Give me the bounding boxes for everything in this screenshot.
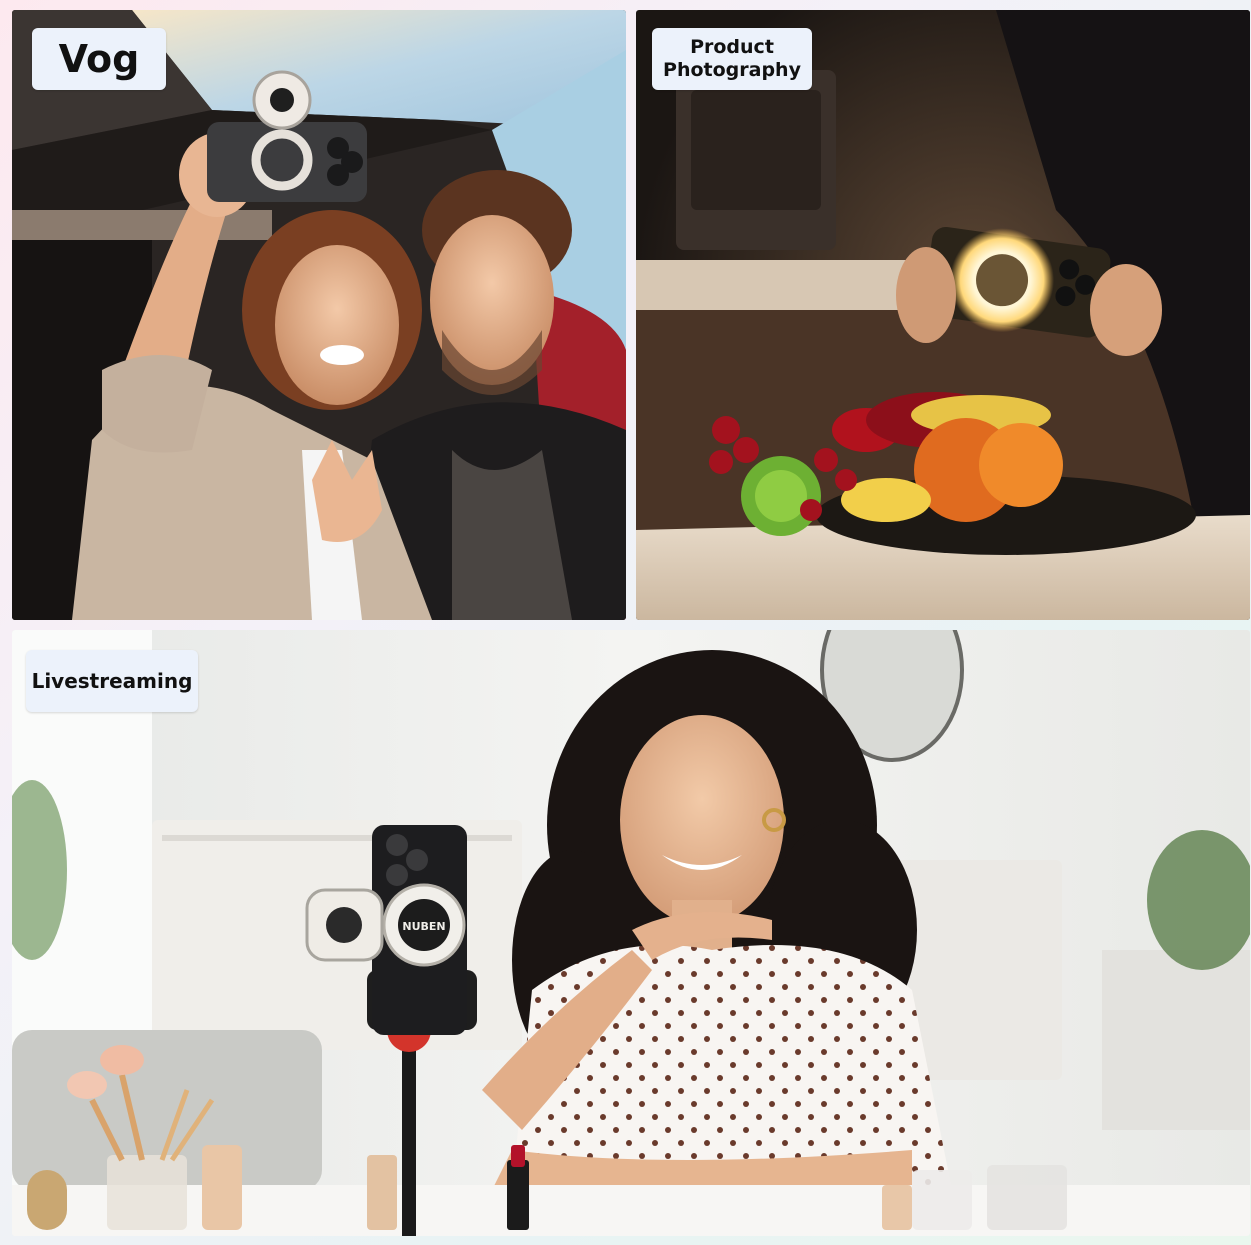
vlog-label: Vog xyxy=(32,28,166,90)
vlog-photo-panel: Vog xyxy=(12,10,626,620)
product-photography-photo xyxy=(636,10,1250,620)
livestreaming-label: Livestreaming xyxy=(26,650,198,712)
phone-holder-brand: NUBEN xyxy=(402,920,445,933)
livestreaming-photo: NUBEN xyxy=(12,630,1250,1236)
product-photography-label: Product Photography xyxy=(652,28,812,90)
product-photography-photo-panel: Product Photography xyxy=(636,10,1250,620)
vlog-selfie-photo xyxy=(12,10,626,620)
livestreaming-photo-panel: NUBEN Livestreaming xyxy=(12,630,1250,1236)
